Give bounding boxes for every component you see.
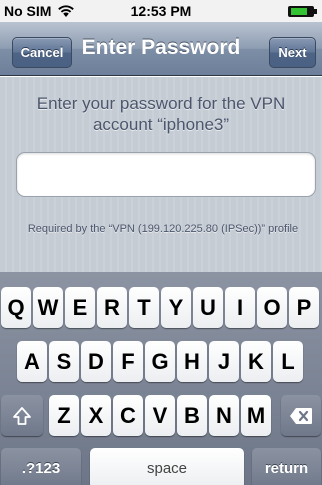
password-field[interactable] [16,152,316,197]
key-p[interactable]: P [289,287,319,328]
key-c[interactable]: C [113,395,143,436]
battery-icon [288,5,317,17]
key-o[interactable]: O [257,287,287,328]
key-y[interactable]: Y [161,287,191,328]
key-b[interactable]: B [177,395,207,436]
content-area: Enter your password for the VPN account … [0,77,322,272]
keyboard: Q W E R T Y U I O P A S D F G H J K L Z … [0,272,322,485]
key-a[interactable]: A [17,341,47,382]
carrier-label: No SIM [4,3,52,19]
key-f[interactable]: F [113,341,143,382]
key-n[interactable]: N [209,395,239,436]
shift-icon [13,406,31,425]
next-button[interactable]: Next [269,37,316,68]
profile-footnote: Required by the “VPN (199.120.225.80 (IP… [27,223,299,235]
key-s[interactable]: S [49,341,79,382]
key-x[interactable]: X [81,395,111,436]
shift-key[interactable] [1,395,43,436]
key-g[interactable]: G [145,341,175,382]
space-key[interactable]: space [90,448,244,485]
key-i[interactable]: I [225,287,255,328]
return-key[interactable]: return [252,448,321,485]
backspace-icon [290,407,312,424]
key-e[interactable]: E [65,287,95,328]
key-q[interactable]: Q [1,287,31,328]
numbers-key[interactable]: .?123 [1,448,81,485]
key-r[interactable]: R [97,287,127,328]
key-l[interactable]: L [273,341,303,382]
password-prompt: Enter your password for the VPN account … [36,94,286,134]
key-v[interactable]: V [145,395,175,436]
key-m[interactable]: M [241,395,271,436]
key-z[interactable]: Z [49,395,79,436]
status-left: No SIM [4,3,75,19]
battery-fill [291,7,307,15]
key-t[interactable]: T [129,287,159,328]
key-w[interactable]: W [33,287,63,328]
key-h[interactable]: H [177,341,207,382]
status-bar: No SIM 12:53 PM [0,0,322,22]
wifi-icon [58,5,75,17]
key-u[interactable]: U [193,287,223,328]
key-j[interactable]: J [209,341,239,382]
backspace-key[interactable] [281,395,321,436]
nav-bar: Cancel Enter Password Next [0,22,322,76]
key-k[interactable]: K [241,341,271,382]
key-d[interactable]: D [81,341,111,382]
